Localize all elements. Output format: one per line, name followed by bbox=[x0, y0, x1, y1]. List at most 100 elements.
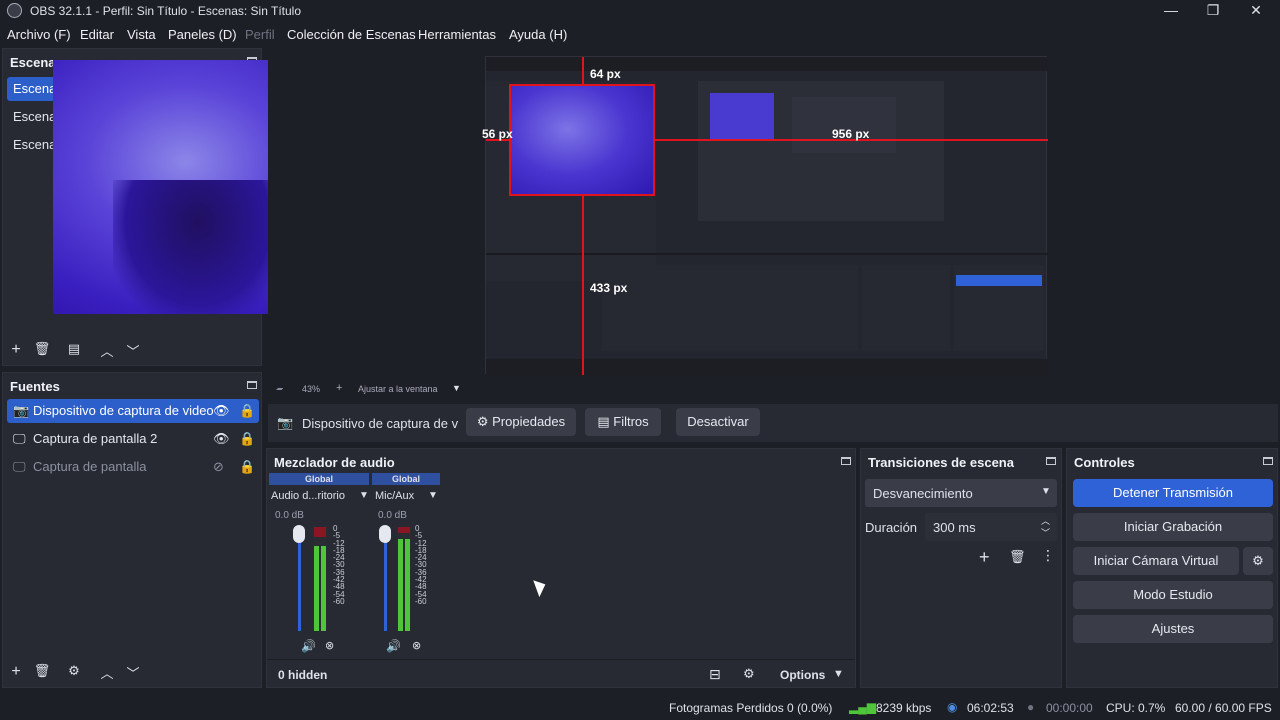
minimize-button[interactable]: — bbox=[1156, 2, 1186, 18]
virtual-camera-settings-button[interactable]: ⚙ bbox=[1243, 547, 1273, 575]
menu-bar: Archivo (F) Editar Vista Paneles (D) Per… bbox=[0, 22, 1280, 46]
add-source-button[interactable]: + bbox=[6, 663, 26, 681]
menu-editar[interactable]: Editar bbox=[80, 27, 114, 42]
menu-herramientas[interactable]: Herramientas bbox=[418, 27, 496, 42]
channel-name[interactable]: Mic/Aux bbox=[375, 490, 414, 502]
mixer-title: Mezclador de audio bbox=[274, 455, 395, 470]
volume-slider-handle[interactable] bbox=[293, 525, 305, 543]
scene-filters-button[interactable]: ▤ bbox=[64, 341, 84, 357]
start-record-button[interactable]: Iniciar Grabación bbox=[1073, 513, 1273, 541]
maximize-button[interactable]: ❐ bbox=[1198, 2, 1228, 19]
window-title: OBS 32.1.1 - Perfil: Sin Título - Escena… bbox=[30, 4, 302, 18]
speaker-icon[interactable]: 🔊 bbox=[301, 639, 316, 653]
chevron-down-icon: ▼ bbox=[1041, 486, 1051, 497]
transitions-title: Transiciones de escena bbox=[868, 455, 1014, 470]
undock-icon[interactable] bbox=[1046, 457, 1056, 465]
duration-label: Duración bbox=[865, 520, 918, 535]
current-source-name: Dispositivo de captura de v bbox=[302, 416, 459, 431]
db-scale-label: -60 bbox=[415, 596, 427, 606]
broadcast-icon: ◉ bbox=[947, 700, 958, 714]
add-scene-button[interactable]: + bbox=[6, 341, 26, 359]
sources-title: Fuentes bbox=[10, 379, 60, 394]
duration-input[interactable]: 300 ms ︿ ﹀ bbox=[925, 513, 1057, 541]
move-down-button[interactable]: ﹀ bbox=[123, 663, 143, 682]
monitor-off-icon[interactable]: ⊗ bbox=[412, 639, 421, 652]
channel-name[interactable]: Audio d...ritorio bbox=[271, 490, 345, 502]
properties-button[interactable]: ⚙ Propiedades bbox=[466, 408, 576, 436]
undock-icon[interactable] bbox=[247, 381, 257, 389]
source-properties-button[interactable]: ⚙ bbox=[64, 663, 84, 679]
level-meter bbox=[397, 527, 411, 631]
db-scale: 0 -5 -12 -18 -24 -30 -36 -42 -48 -54 -60 bbox=[415, 524, 427, 606]
options-button[interactable]: Options bbox=[780, 668, 825, 682]
preview-area[interactable]: 64 px 56 px 956 px 433 px − bbox=[268, 48, 1278, 396]
advanced-audio-icon[interactable]: ⚙ bbox=[743, 666, 755, 682]
fit-window-label[interactable]: Ajustar a la ventana bbox=[358, 384, 438, 394]
virtual-camera-button[interactable]: Iniciar Cámara Virtual bbox=[1073, 547, 1239, 575]
filters-button[interactable]: ▤ Filtros bbox=[585, 408, 661, 436]
zoom-bar: − 43% + Ajustar a la ventana ▼ bbox=[268, 382, 768, 398]
monitor-off-icon[interactable]: ⊗ bbox=[325, 639, 334, 652]
menu-archivo[interactable]: Archivo (F) bbox=[7, 27, 71, 42]
undock-icon[interactable] bbox=[841, 457, 851, 465]
controls-dock: Controles Detener Transmisión Iniciar Gr… bbox=[1066, 448, 1278, 688]
menu-ayuda[interactable]: Ayuda (H) bbox=[509, 27, 567, 42]
speaker-icon[interactable]: 🔊 bbox=[386, 639, 401, 653]
bitrate: 8239 kbps bbox=[876, 701, 932, 715]
filter-icon: ▤ bbox=[597, 414, 614, 429]
zoom-out-button[interactable]: − bbox=[277, 383, 283, 395]
chevron-down-icon[interactable]: ▼ bbox=[833, 668, 844, 680]
zoom-in-button[interactable]: + bbox=[336, 382, 342, 394]
source-item[interactable]: 🖵 Captura de pantalla 2 👁 🔒 bbox=[7, 427, 259, 451]
move-down-button[interactable]: ﹀ bbox=[123, 341, 143, 360]
lock-icon[interactable]: 🔒 bbox=[239, 399, 255, 423]
lock-icon[interactable]: 🔒 bbox=[239, 427, 255, 451]
stop-stream-button[interactable]: Detener Transmisión bbox=[1073, 479, 1273, 507]
channel-menu-icon[interactable]: ▼ bbox=[359, 490, 369, 501]
menu-paneles[interactable]: Paneles (D) bbox=[168, 27, 237, 42]
audio-mixer-dock: Mezclador de audio Global Audio d...rito… bbox=[266, 448, 856, 688]
source-item[interactable]: 🖵 Captura de pantalla ⊘ 🔒 bbox=[7, 455, 259, 479]
measure-top-label: 64 px bbox=[590, 67, 621, 81]
remove-transition-button[interactable]: 🗑 bbox=[1009, 549, 1026, 565]
signal-icon: ▂▄▆ bbox=[849, 700, 876, 714]
remove-scene-button[interactable]: 🗑 bbox=[32, 341, 52, 357]
volume-slider-track[interactable] bbox=[298, 531, 301, 631]
close-button[interactable]: ✕ bbox=[1241, 2, 1271, 19]
menu-vista[interactable]: Vista bbox=[127, 27, 156, 42]
source-item[interactable]: 📷 Dispositivo de captura de video 👁 🔒 bbox=[7, 399, 259, 423]
lock-icon[interactable]: 🔒 bbox=[239, 455, 255, 479]
selected-source-box[interactable] bbox=[509, 84, 655, 196]
visibility-icon[interactable]: 👁 bbox=[213, 399, 230, 423]
undock-icon[interactable] bbox=[1263, 457, 1273, 465]
volume-slider-track[interactable] bbox=[384, 531, 387, 631]
channel-db: 0.0 dB bbox=[378, 510, 407, 521]
menu-perfil[interactable]: Perfil bbox=[245, 27, 275, 42]
hidden-count[interactable]: 0 hidden bbox=[278, 668, 327, 682]
camera-icon: 📷 bbox=[13, 403, 30, 418]
more-options-icon[interactable]: ⋮ bbox=[1041, 547, 1055, 564]
volume-slider-handle[interactable] bbox=[379, 525, 391, 543]
layout-icon[interactable]: ⊟ bbox=[709, 666, 721, 683]
zoom-value: 43% bbox=[302, 384, 321, 394]
db-scale-label: -60 bbox=[333, 596, 345, 606]
studio-mode-button[interactable]: Modo Estudio bbox=[1073, 581, 1273, 609]
source-toolbar: 📷 Dispositivo de captura de v ⚙ Propieda… bbox=[268, 404, 1278, 442]
move-up-button[interactable]: ︿ bbox=[97, 663, 117, 682]
remove-source-button[interactable]: 🗑 bbox=[32, 663, 52, 679]
add-transition-button[interactable]: + bbox=[979, 547, 990, 568]
hidden-icon[interactable]: ⊘ bbox=[213, 455, 224, 479]
transition-select[interactable]: Desvanecimiento ▼ bbox=[865, 479, 1057, 507]
title-bar: OBS 32.1.1 - Perfil: Sin Título - Escena… bbox=[0, 0, 1280, 22]
visibility-icon[interactable]: 👁 bbox=[213, 427, 230, 451]
stepper-down-icon[interactable]: ﹀ bbox=[1041, 526, 1050, 539]
settings-button[interactable]: Ajustes bbox=[1073, 615, 1273, 643]
gear-icon: ⚙ bbox=[1252, 553, 1264, 568]
move-up-button[interactable]: ︿ bbox=[97, 341, 117, 360]
chevron-down-icon[interactable]: ▼ bbox=[452, 383, 461, 393]
preview-canvas[interactable]: 64 px 56 px 956 px 433 px bbox=[482, 56, 1048, 375]
channel-menu-icon[interactable]: ▼ bbox=[428, 490, 438, 501]
deactivate-button[interactable]: Desactivar bbox=[676, 408, 760, 436]
menu-coleccion[interactable]: Colección de Escenas bbox=[287, 27, 416, 42]
mixer-channel: Global Mic/Aux ▼ 0.0 dB 0 -5 -12 -18 -24 -30-… bbox=[372, 473, 442, 657]
